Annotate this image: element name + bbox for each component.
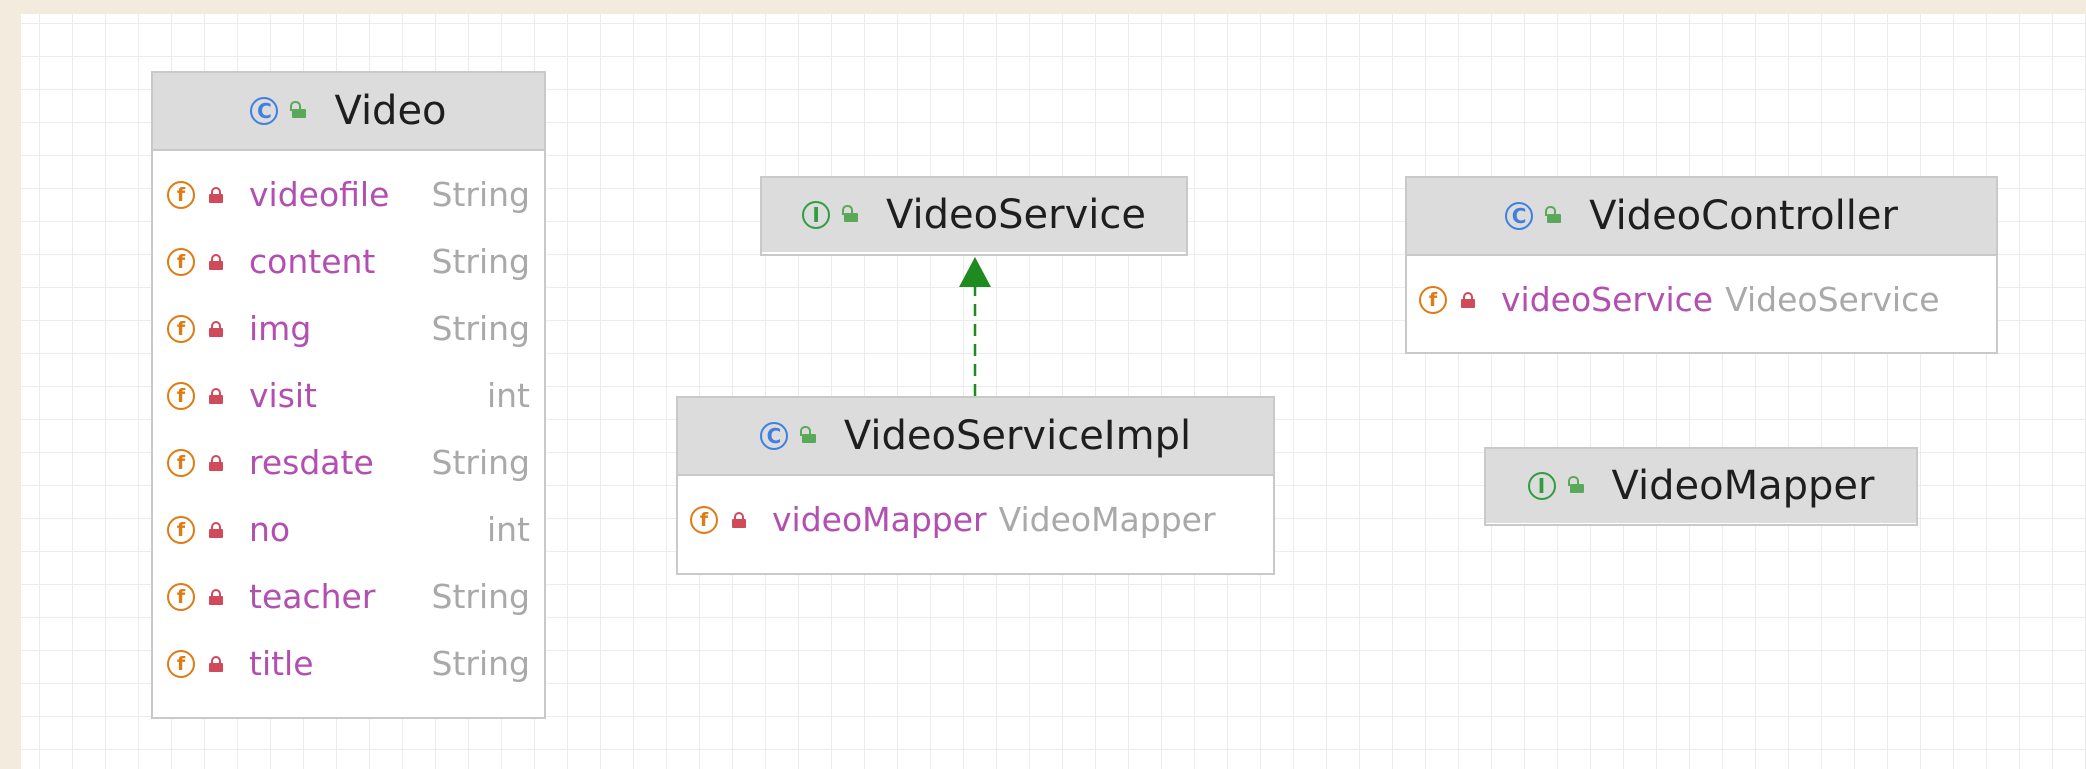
implements-edge[interactable]	[0, 0, 2086, 769]
arrowhead-icon	[959, 257, 991, 287]
